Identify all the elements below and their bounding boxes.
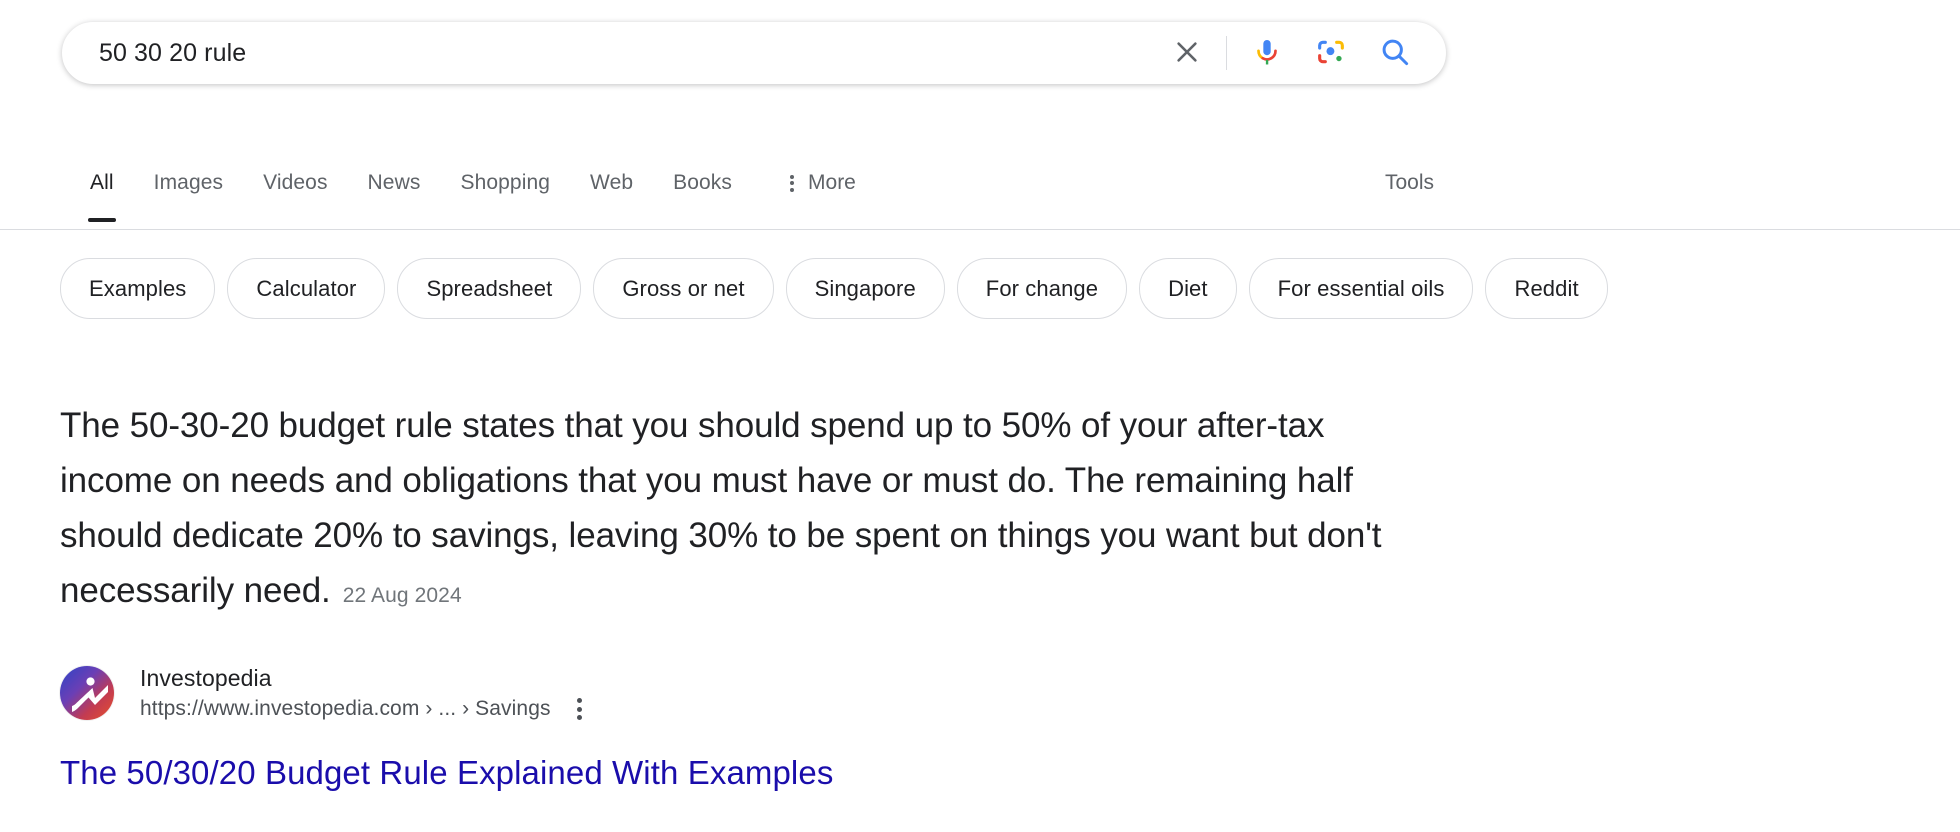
- result-source-name: Investopedia: [140, 665, 272, 691]
- dots-vertical-icon: [790, 174, 795, 192]
- search-actions-divider: [1226, 36, 1227, 70]
- search-submit-button[interactable]: [1371, 29, 1419, 77]
- close-icon: [1172, 37, 1202, 70]
- tools-button[interactable]: Tools: [1385, 171, 1434, 195]
- search-bar[interactable]: [62, 22, 1446, 84]
- microphone-icon: [1250, 35, 1284, 72]
- google-lens-icon: [1314, 35, 1348, 72]
- chip-diet[interactable]: Diet: [1139, 258, 1237, 319]
- chip-gross-or-net[interactable]: Gross or net: [593, 258, 774, 319]
- chip-calculator[interactable]: Calculator: [227, 258, 386, 319]
- filter-chips-row: Examples Calculator Spreadsheet Gross or…: [0, 258, 1960, 319]
- clear-search-button[interactable]: [1164, 30, 1210, 76]
- chip-singapore[interactable]: Singapore: [785, 258, 945, 319]
- more-filters-button[interactable]: More: [790, 160, 856, 195]
- voice-search-button[interactable]: [1243, 29, 1291, 77]
- tab-books[interactable]: Books: [673, 160, 732, 195]
- search-bar-container: [62, 22, 1446, 84]
- search-input[interactable]: [99, 33, 1164, 73]
- search-nav-inner: All Images Videos News Shopping Web Book…: [0, 160, 1960, 229]
- result-url-row: https://www.investopedia.com › ... › Sav…: [140, 695, 582, 723]
- search-bar-actions: [1164, 23, 1445, 83]
- result-url[interactable]: https://www.investopedia.com › ... › Sav…: [140, 695, 551, 723]
- search-icon: [1378, 35, 1412, 72]
- result-source-meta: Investopedia https://www.investopedia.co…: [140, 663, 582, 723]
- featured-snippet-paragraph: The 50-30-20 budget rule states that you…: [60, 398, 1390, 623]
- featured-snippet: The 50-30-20 budget rule states that you…: [60, 398, 1390, 623]
- google-lens-button[interactable]: [1307, 29, 1355, 77]
- tab-shopping[interactable]: Shopping: [460, 160, 550, 195]
- chip-spreadsheet[interactable]: Spreadsheet: [397, 258, 582, 319]
- tab-news[interactable]: News: [368, 160, 421, 195]
- chip-for-change[interactable]: For change: [956, 258, 1128, 319]
- tab-web[interactable]: Web: [590, 160, 633, 195]
- featured-snippet-date: 22 Aug 2024: [342, 584, 462, 607]
- result-options-menu[interactable]: [576, 698, 582, 720]
- result-source-block: Investopedia https://www.investopedia.co…: [60, 663, 582, 723]
- tab-videos[interactable]: Videos: [263, 160, 327, 195]
- tab-images[interactable]: Images: [154, 160, 223, 195]
- tab-all[interactable]: All: [88, 160, 116, 222]
- chip-reddit[interactable]: Reddit: [1485, 258, 1608, 319]
- featured-snippet-text: The 50-30-20 budget rule states that you…: [60, 406, 1382, 610]
- chip-for-essential-oils[interactable]: For essential oils: [1248, 258, 1474, 319]
- investopedia-favicon: [60, 666, 114, 720]
- chip-examples[interactable]: Examples: [60, 258, 216, 319]
- search-nav-bar: All Images Videos News Shopping Web Book…: [0, 160, 1960, 230]
- more-label: More: [808, 171, 856, 194]
- result-title-link[interactable]: The 50/30/20 Budget Rule Explained With …: [60, 752, 833, 794]
